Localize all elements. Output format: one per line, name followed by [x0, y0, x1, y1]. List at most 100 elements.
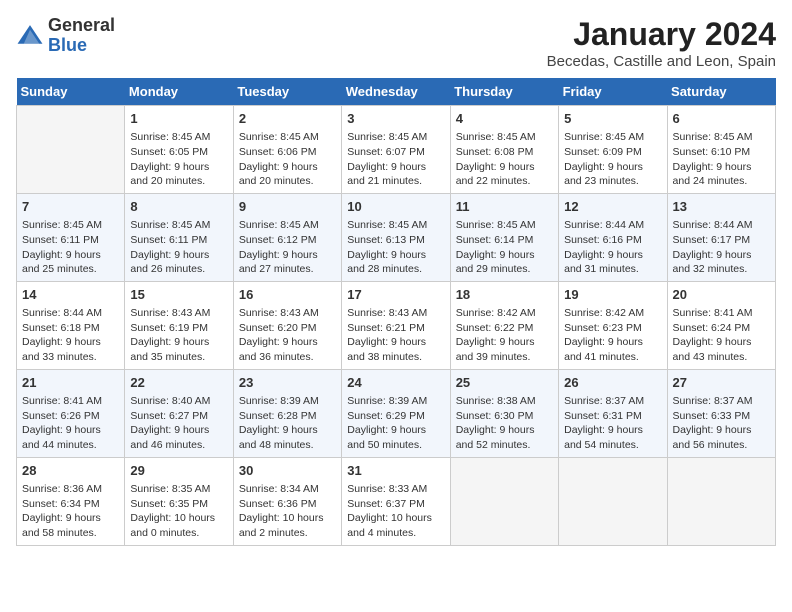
calendar-week-row: 21Sunrise: 8:41 AMSunset: 6:26 PMDayligh…	[17, 369, 776, 457]
day-info: Sunrise: 8:42 AMSunset: 6:23 PMDaylight:…	[564, 306, 661, 365]
day-info: Sunrise: 8:43 AMSunset: 6:19 PMDaylight:…	[130, 306, 227, 365]
day-number: 10	[347, 198, 444, 216]
day-number: 18	[456, 286, 553, 304]
day-number: 20	[673, 286, 770, 304]
day-info: Sunrise: 8:40 AMSunset: 6:27 PMDaylight:…	[130, 394, 227, 453]
calendar-cell: 4 Sunrise: 8:45 AMSunset: 6:08 PMDaylight…	[450, 106, 558, 194]
day-info: Sunrise: 8:41 AMSunset: 6:24 PMDaylight:…	[673, 306, 770, 365]
day-info: Sunrise: 8:33 AMSunset: 6:37 PMDaylight:…	[347, 482, 444, 541]
calendar-cell: 13 Sunrise: 8:44 AMSunset: 6:17 PMDayligh…	[667, 193, 775, 281]
calendar-cell: 10 Sunrise: 8:45 AMSunset: 6:13 PMDayligh…	[342, 193, 450, 281]
col-header-monday: Monday	[125, 78, 233, 106]
day-number: 19	[564, 286, 661, 304]
calendar-header-row: SundayMondayTuesdayWednesdayThursdayFrid…	[17, 78, 776, 106]
calendar-cell: 24 Sunrise: 8:39 AMSunset: 6:29 PMDayligh…	[342, 369, 450, 457]
day-number: 27	[673, 374, 770, 392]
calendar-cell: 22Sunrise: 8:40 AMSunset: 6:27 PMDayligh…	[125, 369, 233, 457]
day-number: 29	[130, 462, 227, 480]
day-info: Sunrise: 8:45 AMSunset: 6:13 PMDaylight:…	[347, 218, 444, 277]
calendar-week-row: 28Sunrise: 8:36 AMSunset: 6:34 PMDayligh…	[17, 457, 776, 545]
day-info: Sunrise: 8:43 AMSunset: 6:20 PMDaylight:…	[239, 306, 336, 365]
day-info: Sunrise: 8:34 AMSunset: 6:36 PMDaylight:…	[239, 482, 336, 541]
day-number: 26	[564, 374, 661, 392]
calendar-cell: 20 Sunrise: 8:41 AMSunset: 6:24 PMDayligh…	[667, 281, 775, 369]
day-info: Sunrise: 8:37 AMSunset: 6:31 PMDaylight:…	[564, 394, 661, 453]
calendar-cell: 18 Sunrise: 8:42 AMSunset: 6:22 PMDayligh…	[450, 281, 558, 369]
day-number: 14	[22, 286, 119, 304]
logo-general-text: General	[48, 16, 115, 36]
day-info: Sunrise: 8:44 AMSunset: 6:17 PMDaylight:…	[673, 218, 770, 277]
day-number: 17	[347, 286, 444, 304]
day-number: 13	[673, 198, 770, 216]
day-number: 24	[347, 374, 444, 392]
calendar-cell: 17Sunrise: 8:43 AMSunset: 6:21 PMDayligh…	[342, 281, 450, 369]
day-number: 11	[456, 198, 553, 216]
day-number: 16	[239, 286, 336, 304]
col-header-wednesday: Wednesday	[342, 78, 450, 106]
day-info: Sunrise: 8:45 AMSunset: 6:09 PMDaylight:…	[564, 130, 661, 189]
day-number: 12	[564, 198, 661, 216]
day-info: Sunrise: 8:45 AMSunset: 6:11 PMDaylight:…	[22, 218, 119, 277]
day-info: Sunrise: 8:44 AMSunset: 6:16 PMDaylight:…	[564, 218, 661, 277]
calendar-cell: 27Sunrise: 8:37 AMSunset: 6:33 PMDayligh…	[667, 369, 775, 457]
day-number: 9	[239, 198, 336, 216]
calendar-week-row: 7 Sunrise: 8:45 AMSunset: 6:11 PMDaylight…	[17, 193, 776, 281]
day-info: Sunrise: 8:45 AMSunset: 6:05 PMDaylight:…	[130, 130, 227, 189]
day-info: Sunrise: 8:45 AMSunset: 6:10 PMDaylight:…	[673, 130, 770, 189]
day-info: Sunrise: 8:41 AMSunset: 6:26 PMDaylight:…	[22, 394, 119, 453]
calendar-cell: 21Sunrise: 8:41 AMSunset: 6:26 PMDayligh…	[17, 369, 125, 457]
day-number: 5	[564, 110, 661, 128]
calendar-cell: 12 Sunrise: 8:44 AMSunset: 6:16 PMDayligh…	[559, 193, 667, 281]
day-number: 3	[347, 110, 444, 128]
day-info: Sunrise: 8:45 AMSunset: 6:08 PMDaylight:…	[456, 130, 553, 189]
calendar-cell: 1Sunrise: 8:45 AMSunset: 6:05 PMDaylight…	[125, 106, 233, 194]
calendar-cell: 2Sunrise: 8:45 AMSunset: 6:06 PMDaylight…	[233, 106, 341, 194]
calendar-cell: 5 Sunrise: 8:45 AMSunset: 6:09 PMDaylight…	[559, 106, 667, 194]
day-info: Sunrise: 8:45 AMSunset: 6:11 PMDaylight:…	[130, 218, 227, 277]
calendar-cell: 19 Sunrise: 8:42 AMSunset: 6:23 PMDayligh…	[559, 281, 667, 369]
location-subtitle: Becedas, Castille and Leon, Spain	[547, 53, 776, 70]
calendar-cell: 14Sunrise: 8:44 AMSunset: 6:18 PMDayligh…	[17, 281, 125, 369]
calendar-cell: 11 Sunrise: 8:45 AMSunset: 6:14 PMDayligh…	[450, 193, 558, 281]
day-number: 6	[673, 110, 770, 128]
day-number: 23	[239, 374, 336, 392]
calendar-cell: 25 Sunrise: 8:38 AMSunset: 6:30 PMDayligh…	[450, 369, 558, 457]
calendar-cell	[559, 457, 667, 545]
calendar-table: SundayMondayTuesdayWednesdayThursdayFrid…	[16, 78, 776, 546]
col-header-friday: Friday	[559, 78, 667, 106]
calendar-cell	[450, 457, 558, 545]
day-info: Sunrise: 8:45 AMSunset: 6:14 PMDaylight:…	[456, 218, 553, 277]
day-number: 31	[347, 462, 444, 480]
day-number: 4	[456, 110, 553, 128]
calendar-cell: 6 Sunrise: 8:45 AMSunset: 6:10 PMDaylight…	[667, 106, 775, 194]
calendar-cell: 31 Sunrise: 8:33 AMSunset: 6:37 PMDayligh…	[342, 457, 450, 545]
calendar-cell: 30 Sunrise: 8:34 AMSunset: 6:36 PMDayligh…	[233, 457, 341, 545]
calendar-cell	[667, 457, 775, 545]
day-number: 25	[456, 374, 553, 392]
col-header-thursday: Thursday	[450, 78, 558, 106]
calendar-week-row: 1Sunrise: 8:45 AMSunset: 6:05 PMDaylight…	[17, 106, 776, 194]
calendar-body: 1Sunrise: 8:45 AMSunset: 6:05 PMDaylight…	[17, 106, 776, 546]
calendar-cell: 16 Sunrise: 8:43 AMSunset: 6:20 PMDayligh…	[233, 281, 341, 369]
calendar-cell: 26 Sunrise: 8:37 AMSunset: 6:31 PMDayligh…	[559, 369, 667, 457]
day-info: Sunrise: 8:39 AMSunset: 6:28 PMDaylight:…	[239, 394, 336, 453]
day-number: 7	[22, 198, 119, 216]
calendar-cell: 29Sunrise: 8:35 AMSunset: 6:35 PMDayligh…	[125, 457, 233, 545]
day-info: Sunrise: 8:38 AMSunset: 6:30 PMDaylight:…	[456, 394, 553, 453]
calendar-cell: 9Sunrise: 8:45 AMSunset: 6:12 PMDaylight…	[233, 193, 341, 281]
col-header-saturday: Saturday	[667, 78, 775, 106]
calendar-cell: 7 Sunrise: 8:45 AMSunset: 6:11 PMDaylight…	[17, 193, 125, 281]
col-header-tuesday: Tuesday	[233, 78, 341, 106]
day-info: Sunrise: 8:45 AMSunset: 6:07 PMDaylight:…	[347, 130, 444, 189]
page-header: General Blue January 2024 Becedas, Casti…	[16, 16, 776, 70]
calendar-cell: 8Sunrise: 8:45 AMSunset: 6:11 PMDaylight…	[125, 193, 233, 281]
day-info: Sunrise: 8:42 AMSunset: 6:22 PMDaylight:…	[456, 306, 553, 365]
calendar-week-row: 14Sunrise: 8:44 AMSunset: 6:18 PMDayligh…	[17, 281, 776, 369]
day-info: Sunrise: 8:36 AMSunset: 6:34 PMDaylight:…	[22, 482, 119, 541]
day-number: 15	[130, 286, 227, 304]
day-number: 30	[239, 462, 336, 480]
logo: General Blue	[16, 16, 115, 56]
day-info: Sunrise: 8:39 AMSunset: 6:29 PMDaylight:…	[347, 394, 444, 453]
calendar-cell: 3 Sunrise: 8:45 AMSunset: 6:07 PMDaylight…	[342, 106, 450, 194]
calendar-cell: 23 Sunrise: 8:39 AMSunset: 6:28 PMDayligh…	[233, 369, 341, 457]
